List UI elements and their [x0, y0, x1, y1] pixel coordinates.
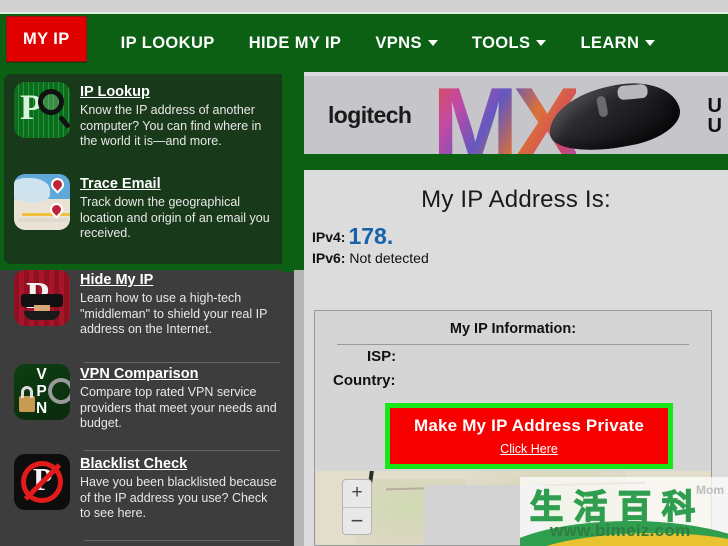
ad-right-text: U U	[708, 96, 722, 136]
ipv6-row: IPv6: Not detected	[312, 248, 728, 269]
sidebar-title-hide-my-ip: Hide My IP	[80, 272, 154, 288]
chevron-down-icon	[536, 40, 547, 46]
blacklist-check-icon: P	[14, 454, 70, 510]
sidebar-desc-hide-my-ip: Learn how to use a high-tech "middleman"…	[80, 291, 268, 336]
map-zoom-controls: + −	[342, 479, 372, 535]
ipv4-label: IPv4:	[312, 229, 346, 245]
site-watermark: Mom 生活百科 www.bimeiz.com	[520, 477, 728, 546]
nav-item-my-ip[interactable]: MY IP	[6, 16, 87, 62]
ipv6-label: IPv6:	[312, 250, 346, 266]
sidebar-divider	[84, 540, 280, 541]
nav-item-vpns[interactable]: VPNS	[358, 14, 455, 72]
info-box-title: My IP Information:	[449, 321, 577, 337]
ip-lookup-icon: P	[14, 82, 70, 138]
logitech-logo: logitech	[328, 102, 412, 128]
nav-item-tools[interactable]: TOOLS	[455, 14, 564, 72]
sidebar-title-trace-email: Trace Email	[80, 176, 161, 192]
nav-label-tools: TOOLS	[471, 33, 531, 52]
cta-highlight-frame: Make My IP Address Private Click Here	[385, 403, 673, 469]
green-separator	[294, 154, 728, 170]
page-title: My IP Address Is:	[421, 186, 611, 213]
chevron-down-icon	[427, 40, 438, 46]
nav-item-hide-my-ip[interactable]: HIDE MY IP	[232, 14, 359, 72]
nav-label-learn: LEARN	[580, 33, 640, 52]
hide-my-ip-icon: P	[14, 270, 70, 326]
make-ip-private-button[interactable]: Make My IP Address Private Click Here	[390, 408, 668, 464]
nav-label-ip-lookup: IP LOOKUP	[120, 33, 215, 52]
sidebar: P IP Lookup Know the IP address of anoth…	[0, 72, 294, 546]
sidebar-green-rail	[282, 72, 294, 272]
sidebar-item-ip-lookup[interactable]: P IP Lookup Know the IP address of anoth…	[14, 82, 280, 150]
sidebar-divider	[84, 450, 280, 451]
main-green-rail	[294, 72, 304, 270]
watermark-url: www.bimeiz.com	[550, 521, 691, 540]
country-label: Country:	[333, 372, 396, 389]
chevron-down-icon	[645, 40, 656, 46]
nav-label-vpns: VPNS	[375, 33, 422, 52]
ipv6-value: Not detected	[349, 250, 429, 266]
map-zoom-in-button[interactable]: +	[343, 480, 371, 508]
nav-label-my-ip: MY IP	[23, 29, 70, 48]
sidebar-desc-ip-lookup: Know the IP address of another computer?…	[80, 103, 262, 148]
isp-label: ISP:	[367, 348, 397, 365]
sidebar-desc-blacklist-check: Have you been blacklisted because of the…	[80, 475, 277, 520]
trace-email-icon	[14, 174, 70, 230]
browser-top-strip	[0, 0, 728, 12]
ipv4-row: IPv4: 178.	[312, 223, 728, 249]
sidebar-item-trace-email[interactable]: Trace Email Track down the geographical …	[14, 174, 280, 242]
advertisement-banner[interactable]: MX logitech U U	[304, 76, 728, 154]
ipv4-value: 178.	[348, 223, 394, 249]
sidebar-item-vpn-comparison[interactable]: VPN VPN Comparison Compare top rated VPN…	[14, 364, 280, 432]
nav-item-learn[interactable]: LEARN	[563, 14, 672, 72]
ad-right-line2: U	[707, 115, 722, 137]
main-left-gutter	[294, 270, 304, 546]
sidebar-title-ip-lookup: IP Lookup	[80, 84, 150, 100]
cta-click-here-link[interactable]: Click Here	[500, 442, 558, 456]
sidebar-desc-vpn-comparison: Compare top rated VPN service providers …	[80, 385, 277, 430]
site-navbar: MY IP IP LOOKUP HIDE MY IP VPNS TOOLS LE…	[0, 14, 728, 72]
ip-values: IPv4: 178. IPv6: Not detected	[312, 223, 728, 269]
sidebar-item-blacklist-check[interactable]: P Blacklist Check Have you been blacklis…	[14, 454, 280, 522]
nav-item-ip-lookup[interactable]: IP LOOKUP	[104, 14, 232, 72]
sidebar-desc-trace-email: Track down the geographical location and…	[80, 195, 270, 240]
sidebar-title-vpn-comparison: VPN Comparison	[80, 366, 199, 382]
ad-right-line1: U	[707, 95, 722, 117]
nav-label-hide-my-ip: HIDE MY IP	[248, 33, 342, 52]
map-zoom-out-button[interactable]: −	[343, 508, 371, 535]
sidebar-item-hide-my-ip[interactable]: P Hide My IP Learn how to use a high-tec…	[14, 270, 280, 338]
cta-title: Make My IP Address Private	[413, 416, 645, 435]
page-root: MY IP IP LOOKUP HIDE MY IP VPNS TOOLS LE…	[0, 0, 728, 546]
sidebar-title-blacklist-check: Blacklist Check	[80, 456, 188, 472]
vpn-comparison-icon: VPN	[14, 364, 70, 420]
sidebar-divider	[84, 362, 280, 363]
